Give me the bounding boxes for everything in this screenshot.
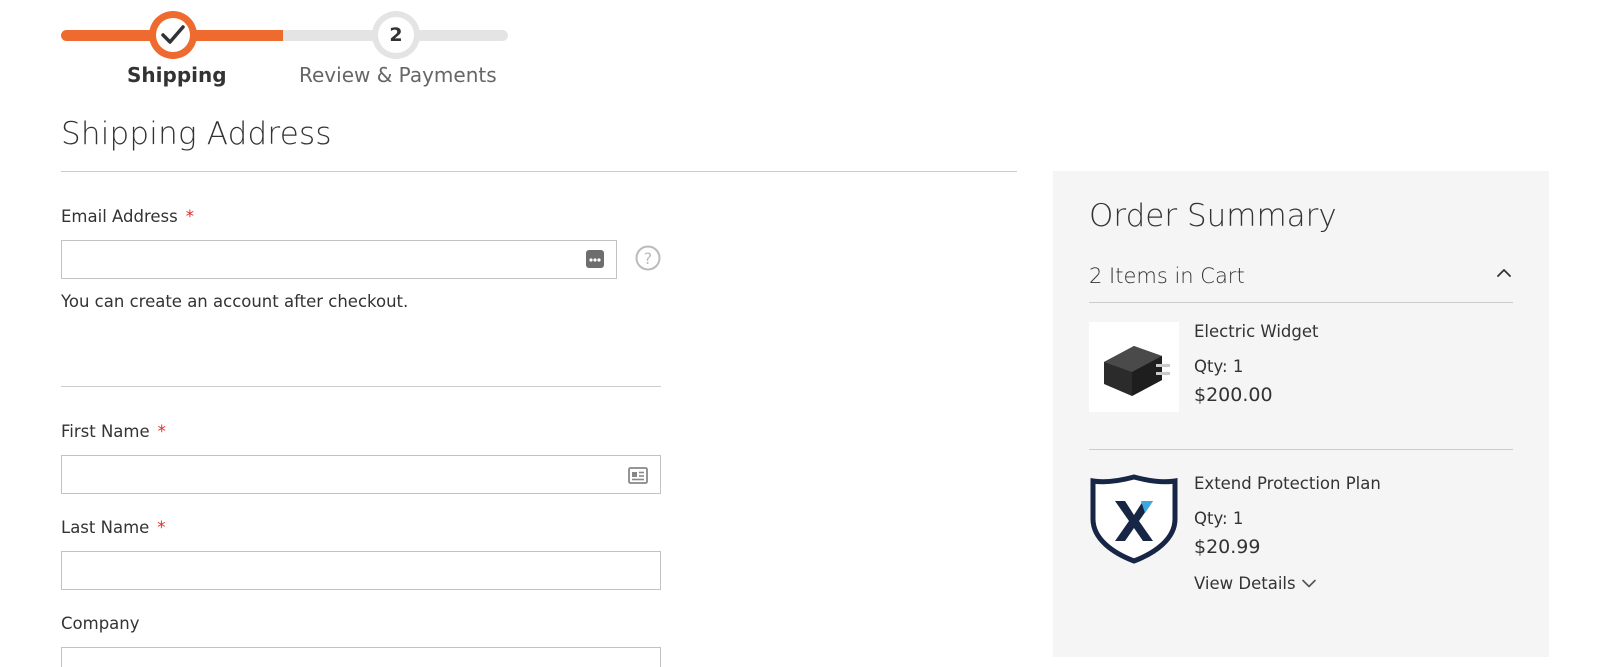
item-price: $20.99	[1194, 536, 1261, 558]
required-asterisk: *	[157, 518, 166, 537]
email-field[interactable]	[61, 240, 617, 279]
item-qty: Qty: 1	[1194, 357, 1244, 376]
cart-items-toggle[interactable]: 2 Items in Cart	[1089, 264, 1513, 294]
email-label: Email Address *	[61, 207, 194, 226]
checkout-progress-bar: 2 Shipping Review & Payments	[61, 0, 511, 100]
required-asterisk: *	[185, 207, 194, 226]
step-number: 2	[378, 17, 414, 53]
step-review-label: Review & Payments	[299, 63, 497, 87]
shield-icon	[1090, 474, 1178, 564]
last-name-label: Last Name *	[61, 518, 166, 537]
company-label-text: Company	[61, 614, 140, 633]
step-review-indicator: 2	[372, 11, 420, 59]
divider	[1089, 449, 1513, 450]
divider	[61, 171, 1017, 172]
divider	[1089, 302, 1513, 303]
last-name-field[interactable]	[61, 551, 661, 590]
first-name-label: First Name *	[61, 422, 166, 441]
check-icon	[161, 25, 185, 44]
chevron-up-icon[interactable]	[1497, 268, 1511, 278]
last-name-label-text: Last Name	[61, 518, 150, 537]
password-dots-icon[interactable]	[586, 250, 604, 268]
required-asterisk: *	[157, 422, 166, 441]
contact-card-icon[interactable]	[628, 467, 648, 484]
power-adapter-graphic	[1104, 346, 1170, 396]
order-summary-panel: Order Summary 2 Items in Cart Electric W…	[1053, 171, 1549, 657]
cart-item: Electric Widget Qty: 1 $200.00	[1089, 322, 1513, 422]
item-name: Electric Widget	[1194, 322, 1319, 341]
item-price: $200.00	[1194, 384, 1273, 406]
help-question-icon[interactable]: ?	[635, 245, 661, 271]
step-shipping-indicator[interactable]	[149, 11, 197, 59]
chevron-down-icon	[1301, 579, 1316, 588]
email-label-text: Email Address	[61, 207, 178, 226]
shipping-address-title: Shipping Address	[61, 116, 332, 152]
first-name-label-text: First Name	[61, 422, 150, 441]
order-summary-title: Order Summary	[1089, 198, 1337, 234]
view-details-toggle[interactable]: View Details	[1194, 574, 1316, 593]
power-adapter-image	[1089, 322, 1179, 412]
item-qty: Qty: 1	[1194, 509, 1244, 528]
extend-shield-logo	[1089, 474, 1179, 564]
cart-item: Extend Protection Plan Qty: 1 $20.99 Vie…	[1089, 474, 1513, 614]
account-note: You can create an account after checkout…	[61, 292, 409, 311]
first-name-field[interactable]	[61, 455, 661, 494]
svg-text:?: ?	[644, 249, 653, 268]
step-shipping-label[interactable]: Shipping	[127, 63, 227, 87]
item-name: Extend Protection Plan	[1194, 474, 1381, 493]
company-field[interactable]	[61, 647, 661, 667]
company-label: Company	[61, 614, 140, 633]
cart-item-count: 2 Items in Cart	[1089, 264, 1245, 288]
view-details-label: View Details	[1194, 574, 1296, 593]
divider	[61, 386, 661, 387]
